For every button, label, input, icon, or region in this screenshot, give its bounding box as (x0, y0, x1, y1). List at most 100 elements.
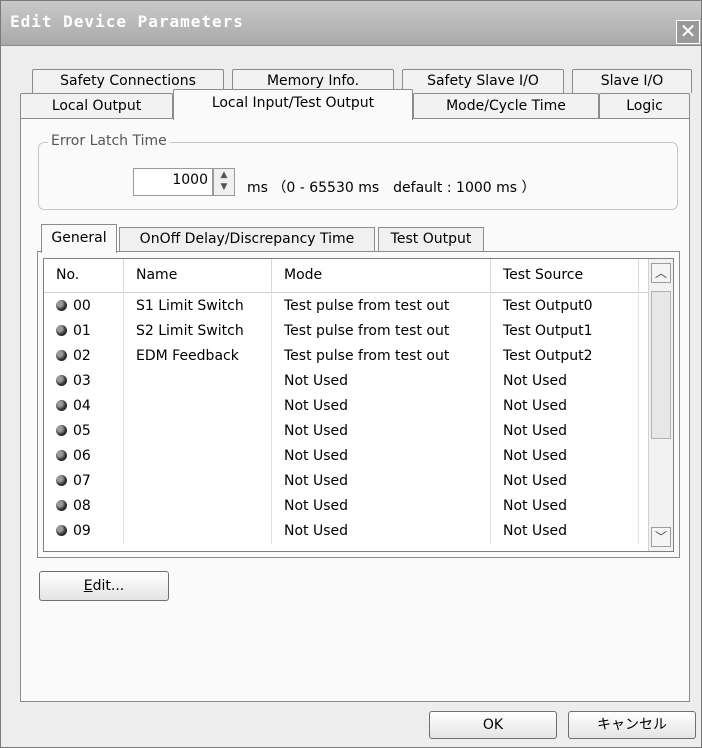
row-number: 01 (73, 323, 91, 339)
row-number: 07 (73, 473, 91, 489)
cell-mode: Test pulse from test out (272, 294, 491, 319)
column-test-source[interactable]: Test Source (491, 259, 639, 292)
tab-mode-cycle-time[interactable]: Mode/Cycle Time (413, 93, 599, 119)
table-row[interactable]: 07 Not Used Not Used (44, 469, 644, 494)
input-status-icon (56, 350, 67, 361)
table-row[interactable]: 08 Not Used Not Used (44, 494, 644, 519)
cell-no: 01 (44, 319, 124, 344)
cell-name: S1 Limit Switch (124, 294, 272, 319)
subtab-onoff-delay[interactable]: OnOff Delay/Discrepancy Time (119, 227, 375, 251)
row-number: 09 (73, 523, 91, 539)
row-number: 03 (73, 373, 91, 389)
cell-mode: Not Used (272, 394, 491, 419)
input-status-icon (56, 500, 67, 511)
error-latch-range: ms （0 - 65530 ms default : 1000 ms ） (247, 180, 536, 196)
input-status-icon (56, 425, 67, 436)
cell-name (124, 419, 272, 444)
cell-test-source: Test Output0 (491, 294, 639, 319)
cell-no: 05 (44, 419, 124, 444)
row-number: 06 (73, 448, 91, 464)
cell-mode: Not Used (272, 419, 491, 444)
tab-local-input-test-output[interactable]: Local Input/Test Output (173, 89, 413, 120)
table-row[interactable]: 02 EDM Feedback Test pulse from test out Te… (44, 344, 644, 369)
subtab-general[interactable]: General (41, 224, 117, 253)
list-header: No. Name Mode Test Source (44, 259, 673, 293)
cell-no: 00 (44, 294, 124, 319)
subtab-test-output[interactable]: Test Output (378, 227, 484, 251)
tab-slave-io[interactable]: Slave I/O (572, 69, 692, 93)
cell-test-source: Not Used (491, 444, 639, 469)
cell-name (124, 469, 272, 494)
close-button[interactable]: ✕ (676, 20, 700, 44)
cell-mode: Not Used (272, 469, 491, 494)
ok-button[interactable]: OK (429, 711, 557, 739)
cell-mode: Not Used (272, 494, 491, 519)
cell-mode: Test pulse from test out (272, 344, 491, 369)
cell-test-source: Not Used (491, 494, 639, 519)
cell-test-source: Test Output2 (491, 344, 639, 369)
input-status-icon (56, 525, 67, 536)
error-latch-value: 1000 (172, 172, 208, 188)
row-number: 05 (73, 423, 91, 439)
input-status-icon (56, 400, 67, 411)
table-row[interactable]: 05 Not Used Not Used (44, 419, 644, 444)
vertical-scrollbar[interactable]: ︿ ﹀ (648, 259, 673, 551)
row-number: 08 (73, 498, 91, 514)
chevron-down-icon[interactable]: ﹀ (651, 527, 671, 547)
row-number: 00 (73, 298, 91, 314)
error-latch-spinner[interactable]: ▲ ▼ (213, 168, 235, 196)
spin-up-icon[interactable]: ▲ (214, 169, 234, 181)
input-status-icon (56, 375, 67, 386)
cell-no: 03 (44, 369, 124, 394)
cell-no: 04 (44, 394, 124, 419)
title-bar[interactable]: Edit Device Parameters ✕ (1, 1, 701, 46)
cell-no: 02 (44, 344, 124, 369)
tab-local-output[interactable]: Local Output (20, 93, 173, 119)
cell-test-source: Not Used (491, 394, 639, 419)
cancel-button[interactable]: キャンセル (568, 711, 696, 739)
spin-down-icon[interactable]: ▼ (214, 181, 234, 193)
cell-mode: Not Used (272, 444, 491, 469)
cell-name: S2 Limit Switch (124, 319, 272, 344)
cell-mode: Test pulse from test out (272, 319, 491, 344)
cell-name (124, 444, 272, 469)
input-status-icon (56, 325, 67, 336)
chevron-up-icon[interactable]: ︿ (651, 263, 671, 283)
row-number: 04 (73, 398, 91, 414)
column-no[interactable]: No. (44, 259, 124, 292)
table-row[interactable]: 00 S1 Limit Switch Test pulse from test ou… (44, 294, 644, 319)
row-number: 02 (73, 348, 91, 364)
cell-mode: Not Used (272, 369, 491, 394)
cell-test-source: Not Used (491, 469, 639, 494)
input-status-icon (56, 475, 67, 486)
cell-no: 07 (44, 469, 124, 494)
io-list[interactable]: No. Name Mode Test Source 00 S1 Limit Swi… (43, 258, 674, 552)
cell-test-source: Not Used (491, 419, 639, 444)
error-latch-legend: Error Latch Time (48, 133, 170, 149)
cell-name (124, 494, 272, 519)
edit-label: dit... (92, 578, 125, 594)
column-name[interactable]: Name (124, 259, 272, 292)
input-status-icon (56, 300, 67, 311)
input-status-icon (56, 450, 67, 461)
table-row[interactable]: 03 Not Used Not Used (44, 369, 644, 394)
cell-name: EDM Feedback (124, 344, 272, 369)
column-mode[interactable]: Mode (272, 259, 491, 292)
dialog-window: Edit Device Parameters ✕ Safety Connecti… (0, 0, 702, 748)
cell-test-source: Test Output1 (491, 319, 639, 344)
edit-mnemonic: E (83, 578, 93, 594)
scroll-thumb[interactable] (651, 291, 671, 439)
edit-button[interactable]: Edit... (39, 571, 169, 601)
error-latch-input[interactable]: 1000 (133, 168, 213, 196)
cell-test-source: Not Used (491, 369, 639, 394)
table-row[interactable]: 09 Not Used Not Used (44, 519, 644, 544)
cell-mode: Not Used (272, 519, 491, 544)
window-title: Edit Device Parameters (10, 12, 244, 31)
tab-safety-slave-io[interactable]: Safety Slave I/O (402, 69, 564, 93)
table-row[interactable]: 04 Not Used Not Used (44, 394, 644, 419)
table-row[interactable]: 06 Not Used Not Used (44, 444, 644, 469)
cell-name (124, 519, 272, 544)
cell-test-source: Not Used (491, 519, 639, 544)
table-row[interactable]: 01 S2 Limit Switch Test pulse from test ou… (44, 319, 644, 344)
tab-logic[interactable]: Logic (599, 93, 690, 119)
